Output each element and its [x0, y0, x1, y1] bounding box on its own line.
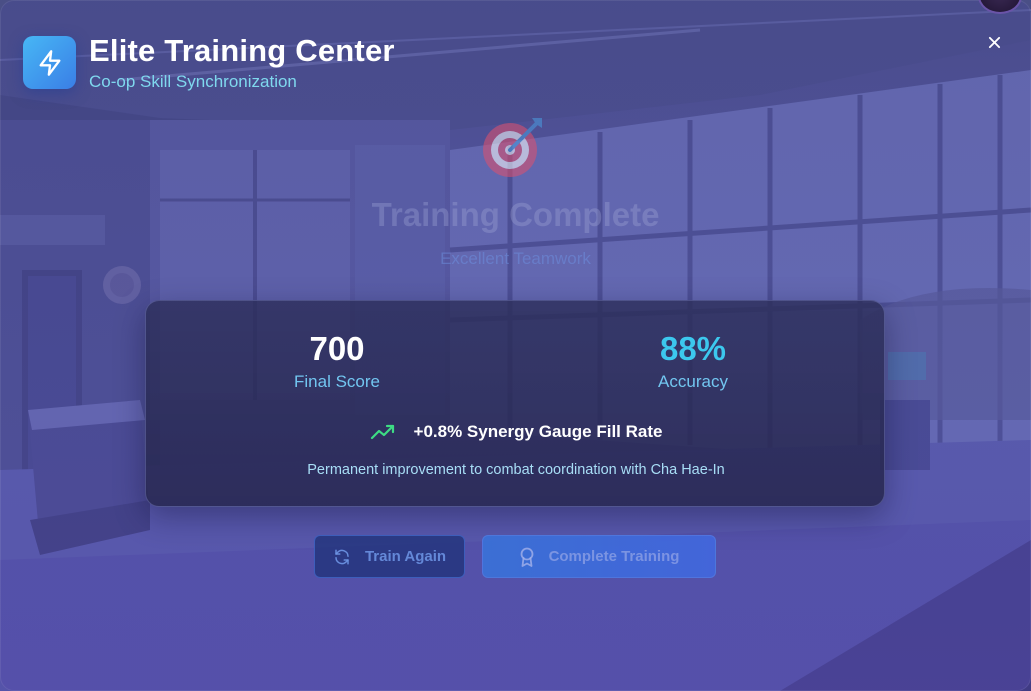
- permanent-improvement-note: Permanent improvement to combat coordina…: [307, 462, 725, 478]
- accuracy-stat: 88% Accuracy: [568, 331, 818, 392]
- completion-subtitle: Excellent Teamwork: [440, 249, 591, 268]
- train-again-label: Train Again: [364, 548, 447, 565]
- results-card: 700 Final Score 88% Accuracy +0.8% Syner…: [145, 300, 885, 507]
- app-subtitle: Co-op Skill Synchronization: [89, 72, 297, 91]
- refresh-icon: [335, 549, 349, 564]
- train-again-button[interactable]: Train Again: [314, 535, 465, 578]
- accuracy-label: Accuracy: [658, 372, 728, 391]
- app-title: Elite Training Center: [89, 33, 395, 68]
- synergy-bonus-text: +0.8% Synergy Gauge Fill Rate: [413, 422, 663, 441]
- complete-training-button[interactable]: Complete Training: [482, 535, 716, 578]
- completion-title: Training Complete: [371, 196, 660, 233]
- close-button[interactable]: [982, 30, 1006, 54]
- synergy-bonus: +0.8% Synergy Gauge Fill Rate: [146, 422, 886, 442]
- complete-training-label: Complete Training: [548, 548, 680, 565]
- final-score-label: Final Score: [294, 372, 380, 391]
- final-score-value: 700: [309, 330, 365, 367]
- final-score-stat: 700 Final Score: [212, 331, 462, 392]
- award-icon: [520, 547, 533, 567]
- lightning-icon: [23, 36, 76, 89]
- trending-up-icon: [370, 424, 394, 440]
- target-icon: [483, 118, 542, 177]
- close-icon: [988, 36, 1000, 48]
- accuracy-value: 88%: [659, 330, 727, 367]
